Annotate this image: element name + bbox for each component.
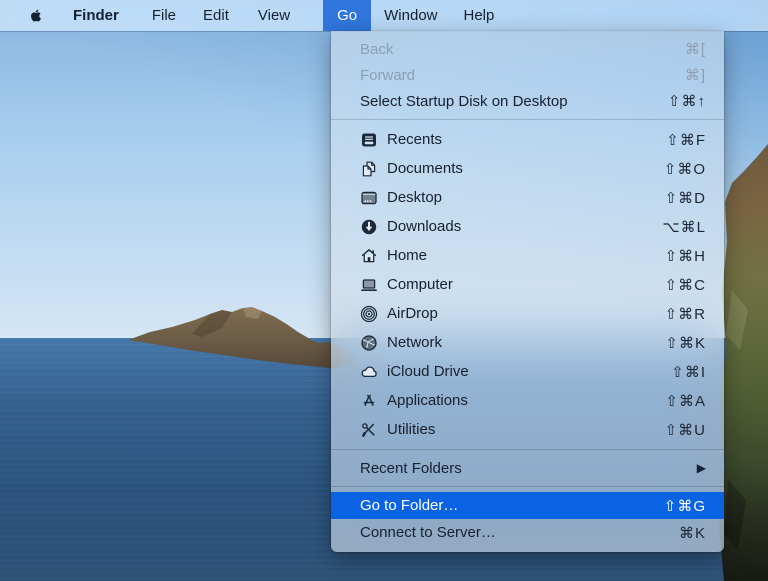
menu-item-label: Documents <box>387 160 463 177</box>
menu-item-label: Desktop <box>387 189 442 206</box>
menu-item-shortcut: ⇧⌘O <box>664 160 706 178</box>
menu-item-shortcut: ⇧⌘R <box>665 305 706 323</box>
menu-item-label: Downloads <box>387 218 461 235</box>
menu-item-icloud-drive[interactable]: iCloud Drive ⇧⌘I <box>331 357 724 386</box>
airdrop-icon <box>360 305 378 323</box>
menu-item-shortcut: ⌘[ <box>685 40 706 58</box>
computer-icon <box>360 276 378 294</box>
menu-item-shortcut: ⇧⌘F <box>666 131 706 149</box>
menu-item-shortcut: ⇧⌘A <box>665 392 706 410</box>
menubar-item-help[interactable]: Help <box>464 7 495 24</box>
menubar-item-edit[interactable]: Edit <box>203 7 229 24</box>
menu-item-airdrop[interactable]: AirDrop ⇧⌘R <box>331 299 724 328</box>
menu-item-label: Select Startup Disk on Desktop <box>360 93 568 110</box>
menu-item-shortcut: ⌥⌘L <box>662 218 706 236</box>
network-icon <box>360 334 378 352</box>
icloud-icon <box>360 363 378 381</box>
menu-item-documents[interactable]: Documents ⇧⌘O <box>331 154 724 183</box>
menu-item-connect-to-server[interactable]: Connect to Server… ⌘K <box>331 519 724 546</box>
menu-item-shortcut: ⌘] <box>685 66 706 84</box>
menu-item-label: Home <box>387 247 427 264</box>
menu-item-shortcut: ⇧⌘↑ <box>668 92 706 110</box>
apple-menu[interactable] <box>29 7 44 24</box>
menu-item-back: Back ⌘[ <box>331 36 724 62</box>
home-icon <box>360 247 378 265</box>
menu-item-label: Go to Folder… <box>360 497 458 514</box>
menu-item-label: Network <box>387 334 442 351</box>
menu-separator <box>331 449 724 450</box>
menu-item-select-startup-disk[interactable]: Select Startup Disk on Desktop ⇧⌘↑ <box>331 88 724 114</box>
utilities-icon <box>360 421 378 439</box>
desktop-screen: Finder File Edit View Go Window Help Bac… <box>0 0 768 581</box>
menu-item-label: Back <box>360 41 393 58</box>
menu-item-recents[interactable]: Recents ⇧⌘F <box>331 125 724 154</box>
menu-item-shortcut: ⇧⌘G <box>664 497 706 515</box>
apple-logo-icon <box>29 7 44 24</box>
menu-item-label: Recents <box>387 131 442 148</box>
menu-separator <box>331 486 724 487</box>
menu-item-recent-folders[interactable]: Recent Folders ▶ <box>331 455 724 481</box>
menubar-item-window[interactable]: Window <box>384 7 437 24</box>
menu-item-computer[interactable]: Computer ⇧⌘C <box>331 270 724 299</box>
menu-bar: Finder File Edit View Go Window Help <box>0 0 768 31</box>
menu-item-label: AirDrop <box>387 305 438 322</box>
menubar-item-view[interactable]: View <box>258 7 290 24</box>
menu-item-shortcut: ⇧⌘I <box>671 363 706 381</box>
menu-item-label: Recent Folders <box>360 460 462 477</box>
menu-item-downloads[interactable]: Downloads ⌥⌘L <box>331 212 724 241</box>
menu-item-home[interactable]: Home ⇧⌘H <box>331 241 724 270</box>
menubar-item-file[interactable]: File <box>152 7 176 24</box>
menu-item-shortcut: ⇧⌘K <box>665 334 706 352</box>
wallpaper-cliff <box>718 140 768 581</box>
menu-item-shortcut: ⇧⌘C <box>665 276 706 294</box>
menubar-item-finder[interactable]: Finder <box>73 7 119 24</box>
submenu-arrow-icon: ▶ <box>697 462 706 474</box>
menu-item-network[interactable]: Network ⇧⌘K <box>331 328 724 357</box>
menu-item-shortcut: ⇧⌘H <box>665 247 706 265</box>
menu-item-applications[interactable]: Applications ⇧⌘A <box>331 386 724 415</box>
menu-item-go-to-folder[interactable]: Go to Folder… ⇧⌘G <box>331 492 724 519</box>
menu-item-label: Applications <box>387 392 468 409</box>
go-dropdown-menu: Back ⌘[ Forward ⌘] Select Startup Disk o… <box>331 31 724 552</box>
menu-item-label: Forward <box>360 67 415 84</box>
desktop-icon <box>360 189 378 207</box>
recents-icon <box>360 131 378 149</box>
menu-item-shortcut: ⇧⌘U <box>665 421 706 439</box>
menu-item-utilities[interactable]: Utilities ⇧⌘U <box>331 415 724 444</box>
menu-item-shortcut: ⇧⌘D <box>665 189 706 207</box>
wallpaper-island <box>100 295 370 375</box>
applications-icon <box>360 392 378 410</box>
menu-item-label: Utilities <box>387 421 435 438</box>
menubar-item-go-active[interactable]: Go <box>323 0 371 31</box>
menu-item-label: iCloud Drive <box>387 363 469 380</box>
documents-icon <box>360 160 378 178</box>
downloads-icon <box>360 218 378 236</box>
menu-separator <box>331 119 724 120</box>
menu-item-forward: Forward ⌘] <box>331 62 724 88</box>
menu-item-shortcut: ⌘K <box>679 524 706 542</box>
menu-item-desktop[interactable]: Desktop ⇧⌘D <box>331 183 724 212</box>
menu-item-label: Computer <box>387 276 453 293</box>
menu-item-label: Connect to Server… <box>360 524 496 541</box>
